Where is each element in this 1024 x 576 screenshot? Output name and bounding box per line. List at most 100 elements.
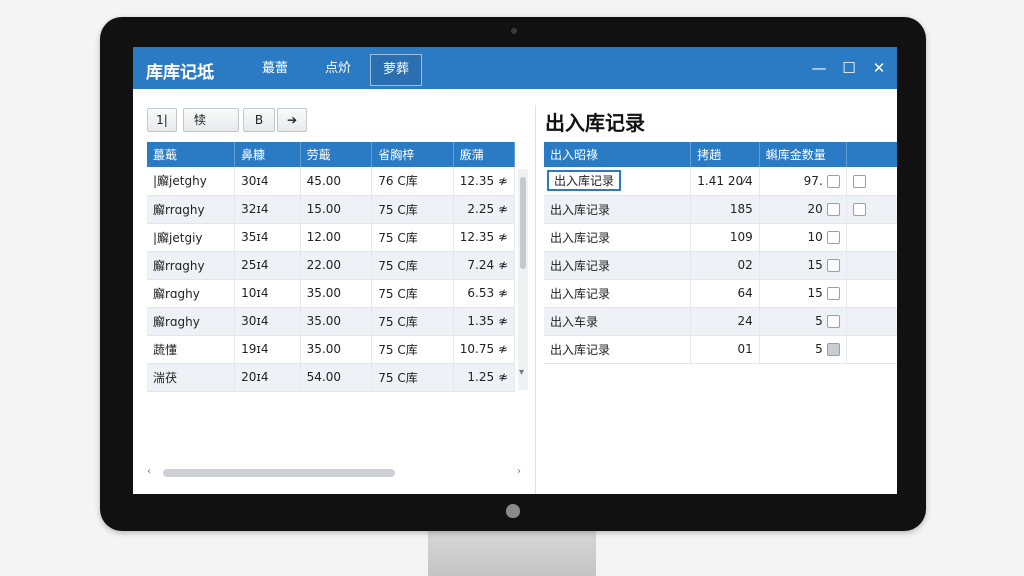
cell: 2.25 ≉ — [453, 195, 516, 224]
table-row[interactable]: 出入库记录 02 15 — [544, 251, 897, 280]
table-row[interactable]: 湍茯 20ɪ4 54.00 75 C库 1.25 ≉ — [147, 363, 516, 392]
checkbox[interactable] — [826, 315, 840, 328]
cell: 出入库记录 — [544, 195, 692, 224]
count: 5 — [815, 314, 823, 328]
table-row[interactable]: 廨rrɑghy 32ɪ4 15.00 75 C库 2.25 ≉ — [147, 195, 516, 224]
cell: 5 — [759, 335, 847, 364]
cell: 7.24 ≉ — [453, 251, 516, 280]
cell — [846, 167, 897, 196]
horizontal-scrollbar[interactable]: ‹ › — [147, 466, 527, 479]
menu-item-3[interactable]: 萝葬 — [370, 54, 422, 86]
cell: 出入库记录 — [544, 251, 692, 280]
section-title: 出入库记录 — [545, 111, 645, 135]
checkbox[interactable] — [826, 203, 840, 216]
checkbox[interactable] — [826, 343, 840, 356]
table-row[interactable]: 出入库记录 01 5 — [544, 335, 897, 364]
scroll-left-arrow-icon[interactable]: ‹ — [147, 466, 151, 477]
cell: 35.00 — [300, 335, 373, 364]
table-row[interactable]: 出入库记录 109 10 — [544, 223, 897, 252]
column-header[interactable]: 劳蕺 — [300, 142, 373, 167]
table-row[interactable]: 出入库记录 64 15 — [544, 279, 897, 308]
count: 15 — [807, 258, 823, 272]
selected-cell[interactable]: 出入库记录 — [546, 169, 622, 192]
camera-dot — [511, 28, 517, 34]
cell: 15 — [759, 251, 847, 280]
arrow-right-icon[interactable]: ➔ — [277, 108, 307, 132]
checkbox[interactable] — [826, 287, 840, 300]
cell: 75 C库 — [371, 335, 454, 364]
cell: 1.25 ≉ — [453, 363, 516, 392]
cell: 5 — [759, 307, 847, 336]
cell[interactable]: 出入库记录 — [544, 167, 692, 196]
cell: 01 — [690, 335, 760, 364]
column-header[interactable]: 廒蒲 — [453, 142, 516, 167]
checkbox[interactable] — [826, 174, 840, 188]
title-bar: 库库记坻 蕞蕾 点炌 萝葬 — ☐ ✕ — [133, 47, 897, 89]
maximize-icon[interactable]: ☐ — [838, 57, 860, 79]
column-header[interactable]: 鼻糠 — [234, 142, 301, 167]
cell: 出入库记录 — [544, 335, 692, 364]
column-header[interactable]: 拷趟 — [690, 142, 760, 167]
cell — [846, 223, 897, 252]
table-row[interactable]: 廨rrɑghy 25ɪ4 22.00 75 C库 7.24 ≉ — [147, 251, 516, 280]
cell: 15 — [759, 279, 847, 308]
cell: 蔬懂 — [147, 335, 236, 364]
cell: 75 C库 — [371, 307, 454, 336]
app-window: 库库记坻 蕞蕾 点炌 萝葬 — ☐ ✕ 1| 犊 B ➔ 蕞蕺 鼻糠 劳蕺 省胸… — [133, 47, 897, 494]
checkbox[interactable] — [852, 174, 866, 188]
cell: 19ɪ4 — [234, 335, 301, 364]
cell: 廨rɑghy — [147, 307, 236, 336]
cell: 75 C库 — [371, 223, 454, 252]
table-row[interactable]: 出入库记录 1.41 20⁄4 97. — [544, 167, 897, 196]
cell: 12.00 — [300, 223, 373, 252]
cell: 54.00 — [300, 363, 373, 392]
cell: 64 — [690, 279, 760, 308]
table-row[interactable]: 出入车录 24 5 — [544, 307, 897, 336]
close-icon[interactable]: ✕ — [868, 57, 890, 79]
scrollbar-thumb[interactable] — [163, 469, 395, 477]
cell: 廨rrɑghy — [147, 251, 236, 280]
bold-button[interactable]: B — [243, 108, 275, 132]
checkbox[interactable] — [826, 259, 840, 272]
cell: 出入库记录 — [544, 223, 692, 252]
column-header[interactable]: 出入昭祿 — [544, 142, 692, 167]
cell: 45.00 — [300, 167, 373, 196]
table-row[interactable]: 廨rɑghy 30ɪ4 35.00 75 C库 1.35 ≉ — [147, 307, 516, 336]
cell: 廨rɑghy — [147, 279, 236, 308]
cell: 30ɪ4 — [234, 167, 301, 196]
vertical-scrollbar[interactable] — [518, 169, 528, 390]
scroll-down-arrow-icon[interactable]: ▾ — [519, 367, 524, 378]
cell: 10 — [759, 223, 847, 252]
table-row[interactable]: |廨jetgiy 35ɪ4 12.00 75 C库 12.35 ≉ — [147, 223, 516, 252]
cell: 22.00 — [300, 251, 373, 280]
column-header — [846, 142, 897, 167]
table-row[interactable]: 出入库记录 185 20 — [544, 195, 897, 224]
column-header[interactable]: 蕞蕺 — [147, 142, 236, 167]
cell: 25ɪ4 — [234, 251, 301, 280]
table-row[interactable]: |廨jetghy 30ɪ4 45.00 76 C库 12.35 ≉ — [147, 167, 516, 196]
scroll-right-arrow-icon[interactable]: › — [517, 466, 521, 477]
app-title: 库库记坻 — [146, 63, 214, 83]
checkbox[interactable] — [852, 203, 866, 216]
menu-item-1[interactable]: 蕞蕾 — [254, 54, 296, 86]
panel-divider[interactable] — [535, 105, 536, 494]
column-header[interactable]: 蝌库金数量 — [759, 142, 847, 167]
cell: 15.00 — [300, 195, 373, 224]
toolbar-field[interactable]: 犊 — [183, 108, 239, 132]
cell — [846, 279, 897, 308]
cell: 出入车录 — [544, 307, 692, 336]
toolbar-button-1[interactable]: 1| — [147, 108, 177, 132]
cell: 02 — [690, 251, 760, 280]
cell: |廨jetghy — [147, 167, 236, 196]
count: 15 — [807, 286, 823, 300]
checkbox[interactable] — [826, 231, 840, 244]
minimize-icon[interactable]: — — [808, 57, 830, 79]
column-header[interactable]: 省胸梓 — [371, 142, 454, 167]
table-row[interactable]: 廨rɑghy 10ɪ4 35.00 75 C库 6.53 ≉ — [147, 279, 516, 308]
cell — [846, 195, 897, 224]
scrollbar-thumb[interactable] — [520, 177, 526, 269]
menu-item-2[interactable]: 点炌 — [317, 54, 359, 86]
cell: 32ɪ4 — [234, 195, 301, 224]
table-row[interactable]: 蔬懂 19ɪ4 35.00 75 C库 10.75 ≉ — [147, 335, 516, 364]
cell: 97. — [759, 167, 847, 196]
